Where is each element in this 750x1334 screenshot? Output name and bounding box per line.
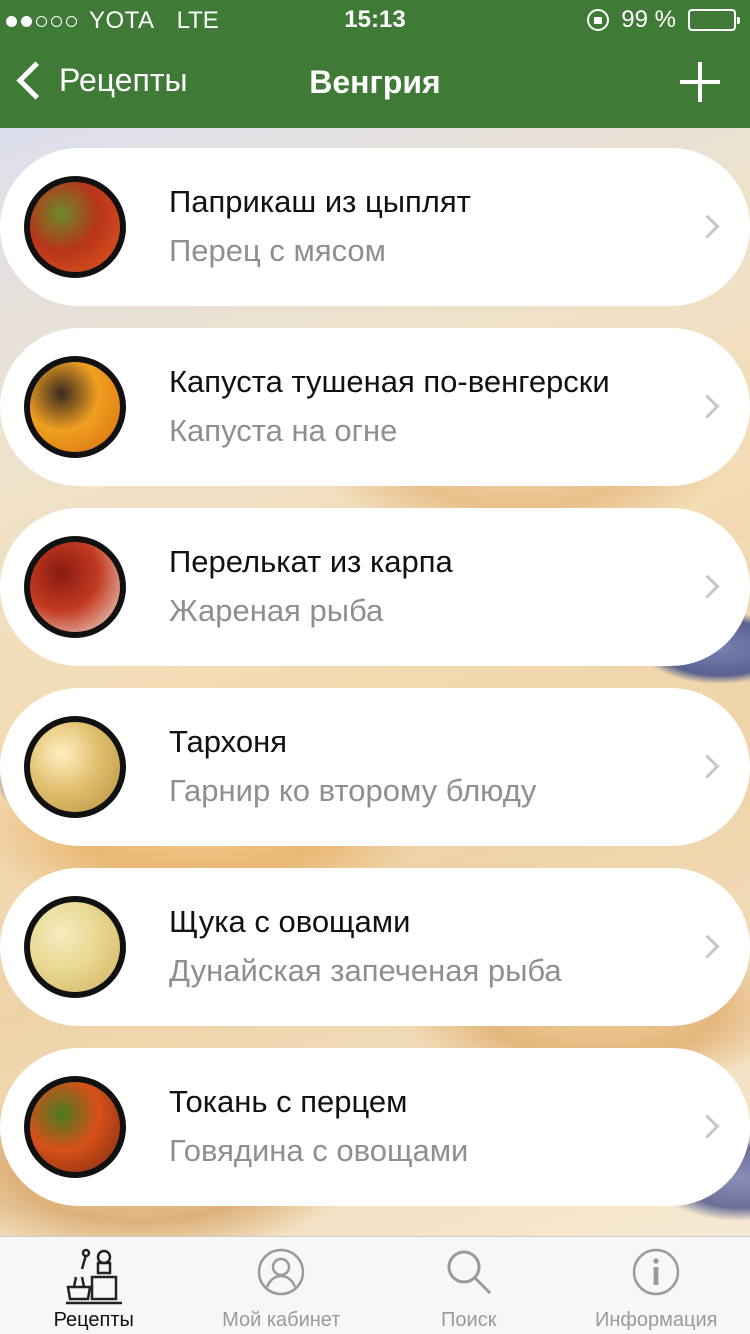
recipe-subtitle: Жареная рыба (169, 593, 384, 628)
info-icon (633, 1248, 680, 1296)
recipe-title: Паприкаш из цыплят (169, 184, 471, 219)
recipe-subtitle: Дунайская запеченая рыба (169, 953, 562, 988)
recipe-card[interactable]: Тархоня Гарнир ко второму блюду (0, 688, 750, 846)
recipe-subtitle: Говядина с овощами (169, 1133, 469, 1168)
recipe-subtitle: Гарнир ко второму блюду (169, 773, 537, 808)
recipe-thumbnail (24, 356, 126, 458)
chef-icon (65, 1248, 122, 1305)
recipe-thumbnail (24, 1076, 126, 1178)
recipe-photo (30, 362, 120, 452)
tab-my-account[interactable]: Мой кабинет (188, 1237, 376, 1334)
recipe-title: Перелькат из карпа (169, 544, 453, 579)
chevron-right-icon (695, 394, 720, 419)
user-icon (258, 1248, 305, 1296)
chevron-right-icon (695, 754, 720, 779)
recipe-thumbnail (24, 896, 126, 998)
status-bar: YOTA LTE 15:13 99 % (0, 0, 750, 40)
search-icon (447, 1250, 491, 1295)
add-recipe-button[interactable] (680, 62, 720, 102)
recipe-title: Тархоня (169, 724, 287, 759)
tab-my-account-label: Мой кабинет (222, 1309, 341, 1331)
page-title: Венгрия (309, 64, 441, 100)
tab-search[interactable]: Поиск (375, 1237, 563, 1334)
tab-recipes-label: Рецепты (53, 1309, 134, 1331)
tab-info[interactable]: Информация (563, 1237, 750, 1334)
battery-percent: 99 % (621, 6, 676, 33)
recipe-thumbnail (24, 536, 126, 638)
recipe-card[interactable]: Токань с перцем Говядина с овощами (0, 1048, 750, 1206)
recipe-card[interactable]: Перелькат из карпа Жареная рыба (0, 508, 750, 666)
recipe-thumbnail (24, 716, 126, 818)
recipe-photo (30, 1082, 120, 1172)
recipe-title: Токань с перцем (169, 1084, 408, 1119)
recipe-card[interactable]: Щука с овощами Дунайская запеченая рыба (0, 868, 750, 1026)
recipe-photo (30, 722, 120, 812)
tab-info-label: Информация (595, 1309, 718, 1331)
recipe-photo (30, 542, 120, 632)
chevron-right-icon (695, 1114, 720, 1139)
recipe-subtitle: Капуста на огне (169, 413, 398, 448)
tab-search-label: Поиск (441, 1309, 497, 1331)
orientation-lock-icon (587, 9, 610, 31)
battery-icon (688, 9, 740, 31)
recipe-subtitle: Перец с мясом (169, 233, 386, 268)
recipe-card[interactable]: Паприкаш из цыплят Перец с мясом (0, 148, 750, 306)
recipe-photo (30, 902, 120, 992)
chevron-right-icon (695, 934, 720, 959)
tab-bar: Рецепты Мой кабинет Поиск Информация (0, 1236, 750, 1334)
chevron-right-icon (695, 574, 720, 599)
recipe-title: Щука с овощами (169, 904, 411, 939)
recipe-photo (30, 182, 120, 272)
chevron-right-icon (695, 214, 720, 239)
recipe-card[interactable]: Капуста тушеная по-венгерски Капуста на о… (0, 328, 750, 486)
recipe-title: Капуста тушеная по-венгерски (169, 364, 610, 399)
recipe-thumbnail (24, 176, 126, 278)
navigation-bar: Рецепты Венгрия (0, 40, 750, 128)
status-right: 99 % (587, 6, 740, 34)
tab-recipes[interactable]: Рецепты (0, 1237, 188, 1334)
